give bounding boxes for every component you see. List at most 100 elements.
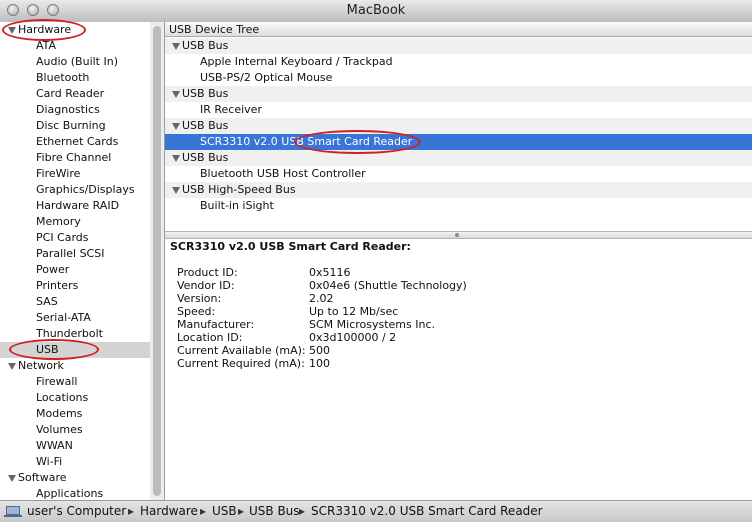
- sidebar-item-ethernet-cards[interactable]: Ethernet Cards: [0, 134, 150, 150]
- bus-label: USB High-Speed Bus: [182, 183, 296, 196]
- disclosure-triangle-icon[interactable]: [172, 154, 180, 162]
- detail-field-value: 0x5116: [309, 266, 351, 279]
- bus-label: USB Bus: [182, 151, 229, 164]
- path-bar: user's Computer ▸ Hardware ▸ USB ▸ USB Bus ▸ SCR…: [0, 500, 752, 522]
- sidebar-item-serial-ata[interactable]: Serial-ATA: [0, 310, 150, 326]
- device-label: USB-PS/2 Optical Mouse: [200, 71, 333, 84]
- annotation-oval-smart-card-reader: [294, 130, 421, 154]
- pane-splitter[interactable]: [165, 231, 752, 239]
- detail-field-row: Current Required (mA): 100: [177, 357, 330, 370]
- chevron-right-icon: ▸: [128, 504, 135, 518]
- tree-device-row[interactable]: USB-PS/2 Optical Mouse: [165, 70, 752, 86]
- detail-field-key: Location ID:: [177, 331, 243, 344]
- sidebar-item-firewire[interactable]: FireWire: [0, 166, 150, 182]
- detail-field-row: Product ID: 0x5116: [177, 266, 351, 279]
- detail-field-key: Vendor ID:: [177, 279, 235, 292]
- detail-field-value: SCM Microsystems Inc.: [309, 318, 436, 331]
- device-label: Bluetooth USB Host Controller: [200, 167, 366, 180]
- sidebar-item-diagnostics[interactable]: Diagnostics: [0, 102, 150, 118]
- tree-header[interactable]: USB Device Tree: [165, 22, 752, 37]
- sidebar-category-network[interactable]: Network: [0, 358, 150, 374]
- breadcrumb-item[interactable]: USB Bus: [249, 504, 300, 518]
- tree-bus-row[interactable]: USB Bus: [165, 118, 752, 134]
- disclosure-triangle-icon[interactable]: [8, 362, 16, 370]
- sidebar-item-ata[interactable]: ATA: [0, 38, 150, 54]
- tree-bus-row[interactable]: USB High-Speed Bus: [165, 182, 752, 198]
- detail-field-row: Current Available (mA): 500: [177, 344, 330, 357]
- sidebar-item-memory[interactable]: Memory: [0, 214, 150, 230]
- breadcrumb-item[interactable]: user's Computer: [27, 504, 126, 518]
- bus-label: USB Bus: [182, 87, 229, 100]
- sidebar-scrollbar[interactable]: [150, 22, 164, 500]
- computer-icon: [6, 506, 20, 515]
- detail-field-row: Location ID: 0x3d100000 / 2: [177, 331, 396, 344]
- sidebar-item-card-reader[interactable]: Card Reader: [0, 86, 150, 102]
- breadcrumb-item[interactable]: Hardware: [140, 504, 198, 518]
- sidebar-item-bluetooth[interactable]: Bluetooth: [0, 70, 150, 86]
- sidebar-item-printers[interactable]: Printers: [0, 278, 150, 294]
- window-title: MacBook: [346, 3, 406, 18]
- tree-bus-row[interactable]: USB Bus: [165, 38, 752, 54]
- detail-field-row: Speed: Up to 12 Mb/sec: [177, 305, 398, 318]
- detail-field-key: Version:: [177, 292, 222, 305]
- sidebar-item-graphics-displays[interactable]: Graphics/Displays: [0, 182, 150, 198]
- sidebar-item-volumes[interactable]: Volumes: [0, 422, 150, 438]
- disclosure-triangle-icon[interactable]: [172, 42, 180, 50]
- tree-device-row[interactable]: Apple Internal Keyboard / Trackpad: [165, 54, 752, 70]
- main-panel: USB Device Tree USB Bus Apple Internal Ke…: [165, 22, 752, 500]
- sidebar-category-label: Software: [18, 471, 67, 484]
- splitter-grip-icon: [455, 233, 459, 237]
- detail-field-key: Speed:: [177, 305, 216, 318]
- sidebar-item-firewall[interactable]: Firewall: [0, 374, 150, 390]
- detail-title: SCR3310 v2.0 USB Smart Card Reader:: [170, 240, 411, 253]
- sidebar-category-software[interactable]: Software: [0, 470, 150, 486]
- sidebar: Hardware ATA Audio (Built In) Bluetooth Card…: [0, 22, 165, 500]
- sidebar-item-disc-burning[interactable]: Disc Burning: [0, 118, 150, 134]
- detail-field-key: Current Required (mA):: [177, 357, 305, 370]
- disclosure-triangle-icon[interactable]: [8, 474, 16, 482]
- sidebar-item-modems[interactable]: Modems: [0, 406, 150, 422]
- sidebar-item-pci-cards[interactable]: PCI Cards: [0, 230, 150, 246]
- breadcrumb-item[interactable]: USB: [212, 504, 237, 518]
- tree-device-row[interactable]: IR Receiver: [165, 102, 752, 118]
- disclosure-triangle-icon[interactable]: [172, 122, 180, 130]
- device-label: IR Receiver: [200, 103, 262, 116]
- sidebar-item-fibre-channel[interactable]: Fibre Channel: [0, 150, 150, 166]
- detail-field-key: Product ID:: [177, 266, 238, 279]
- sidebar-item-applications[interactable]: Applications: [0, 486, 150, 500]
- sidebar-item-sas[interactable]: SAS: [0, 294, 150, 310]
- annotation-oval-hardware: [2, 19, 86, 41]
- sidebar-item-wi-fi[interactable]: Wi-Fi: [0, 454, 150, 470]
- detail-field-row: Manufacturer: SCM Microsystems Inc.: [177, 318, 435, 331]
- sidebar-category-label: Network: [18, 359, 64, 372]
- device-label: Apple Internal Keyboard / Trackpad: [200, 55, 393, 68]
- disclosure-triangle-icon[interactable]: [172, 186, 180, 194]
- sidebar-item-power[interactable]: Power: [0, 262, 150, 278]
- sidebar-item-locations[interactable]: Locations: [0, 390, 150, 406]
- disclosure-triangle-icon[interactable]: [172, 90, 180, 98]
- sidebar-item-hardware-raid[interactable]: Hardware RAID: [0, 198, 150, 214]
- bus-label: USB Bus: [182, 39, 229, 52]
- tree-device-row[interactable]: Built-in iSight: [165, 198, 752, 214]
- sidebar-scroll-thumb[interactable]: [153, 26, 161, 496]
- detail-field-value: 2.02: [309, 292, 334, 305]
- tree-device-row[interactable]: SCR3310 v2.0 USB Smart Card Reader: [165, 134, 752, 150]
- annotation-oval-usb: [9, 339, 99, 360]
- sidebar-item-audio-built-in[interactable]: Audio (Built In): [0, 54, 150, 70]
- chevron-right-icon: ▸: [238, 504, 245, 518]
- device-label: Built-in iSight: [200, 199, 274, 212]
- detail-field-row: Version: 2.02: [177, 292, 334, 305]
- detail-field-value: 0x04e6 (Shuttle Technology): [309, 279, 467, 292]
- tree-device-row[interactable]: Bluetooth USB Host Controller: [165, 166, 752, 182]
- detail-field-value: 100: [309, 357, 330, 370]
- detail-field-value: 0x3d100000 / 2: [309, 331, 397, 344]
- sidebar-item-parallel-scsi[interactable]: Parallel SCSI: [0, 246, 150, 262]
- detail-field-key: Current Available (mA):: [177, 344, 306, 357]
- sidebar-item-wwan[interactable]: WWAN: [0, 438, 150, 454]
- computer-icon-base: [4, 515, 22, 517]
- chevron-right-icon: ▸: [299, 504, 306, 518]
- tree-bus-row[interactable]: USB Bus: [165, 86, 752, 102]
- detail-field-key: Manufacturer:: [177, 318, 255, 331]
- breadcrumb-item[interactable]: SCR3310 v2.0 USB Smart Card Reader: [311, 504, 543, 518]
- tree-bus-row[interactable]: USB Bus: [165, 150, 752, 166]
